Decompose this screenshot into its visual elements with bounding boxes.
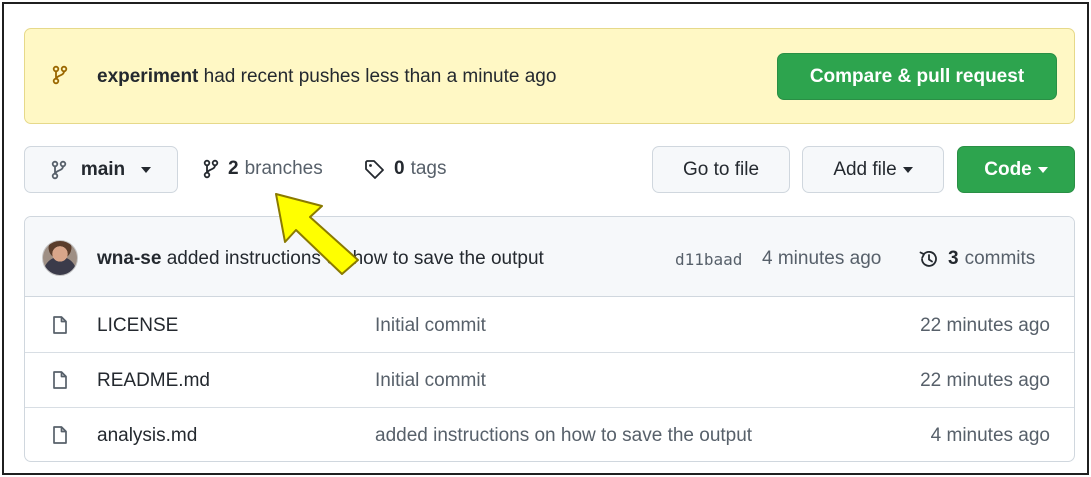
file-row[interactable]: analysis.md added instructions on how to… — [25, 408, 1074, 461]
code-label: Code — [984, 158, 1032, 180]
commit-sha[interactable]: d11baad — [675, 250, 742, 269]
commits-link[interactable]: 3 commits — [918, 248, 1035, 270]
tag-icon — [365, 160, 384, 179]
file-commit-message[interactable]: Initial commit — [375, 370, 486, 392]
commit-author[interactable]: wna-se — [97, 248, 161, 269]
file-commit-message[interactable]: Initial commit — [375, 315, 486, 337]
screenshot-frame: experiment had recent pushes less than a… — [2, 2, 1089, 475]
compare-pull-request-button[interactable]: Compare & pull request — [777, 53, 1057, 100]
add-file-button[interactable]: Add file — [802, 146, 944, 193]
latest-commit-row: wna-se added instructions on how to save… — [25, 217, 1074, 297]
file-age: 22 minutes ago — [920, 315, 1050, 336]
branches-label: branches — [244, 158, 323, 179]
file-icon — [53, 316, 67, 334]
branch-select-button[interactable]: main — [24, 146, 178, 193]
branches-count: 2 — [228, 158, 239, 179]
git-branch-icon — [203, 159, 219, 179]
history-icon — [919, 251, 937, 267]
file-commit-message[interactable]: added instructions on how to save the ou… — [375, 425, 752, 447]
current-branch-label: main — [80, 158, 126, 180]
file-row[interactable]: LICENSE Initial commit 22 minutes ago — [25, 298, 1074, 353]
file-age: 22 minutes ago — [920, 370, 1050, 391]
banner-message-text: had recent pushes less than a minute ago — [198, 66, 557, 87]
file-name[interactable]: LICENSE — [97, 315, 178, 337]
tags-label: tags — [410, 158, 447, 179]
banner-message: experiment had recent pushes less than a… — [97, 66, 556, 88]
git-branch-icon — [51, 160, 67, 179]
branches-link[interactable]: 2 branches — [202, 158, 323, 180]
file-name[interactable]: analysis.md — [97, 425, 197, 447]
commits-count: 3 — [948, 248, 959, 269]
banner-branch-name[interactable]: experiment — [97, 66, 198, 87]
annotation-arrow-icon — [275, 193, 359, 275]
file-row[interactable]: README.md Initial commit 22 minutes ago — [25, 353, 1074, 408]
add-file-label: Add file — [833, 158, 897, 180]
chevron-down-icon — [141, 166, 152, 173]
chevron-down-icon — [902, 166, 913, 173]
file-table: wna-se added instructions on how to save… — [24, 216, 1075, 462]
chevron-down-icon — [1037, 166, 1048, 173]
go-to-file-button[interactable]: Go to file — [652, 146, 790, 193]
git-branch-icon — [52, 65, 68, 85]
recent-pushes-banner: experiment had recent pushes less than a… — [24, 28, 1075, 124]
file-icon — [53, 426, 67, 444]
commits-label: commits — [964, 248, 1036, 269]
file-age: 4 minutes ago — [930, 425, 1050, 446]
file-icon — [53, 371, 67, 389]
tags-count: 0 — [394, 158, 405, 179]
commit-age[interactable]: 4 minutes ago — [762, 248, 881, 270]
code-button[interactable]: Code — [957, 146, 1075, 193]
avatar[interactable] — [42, 240, 78, 276]
file-name[interactable]: README.md — [97, 370, 210, 392]
tags-link[interactable]: 0 tags — [364, 158, 447, 180]
